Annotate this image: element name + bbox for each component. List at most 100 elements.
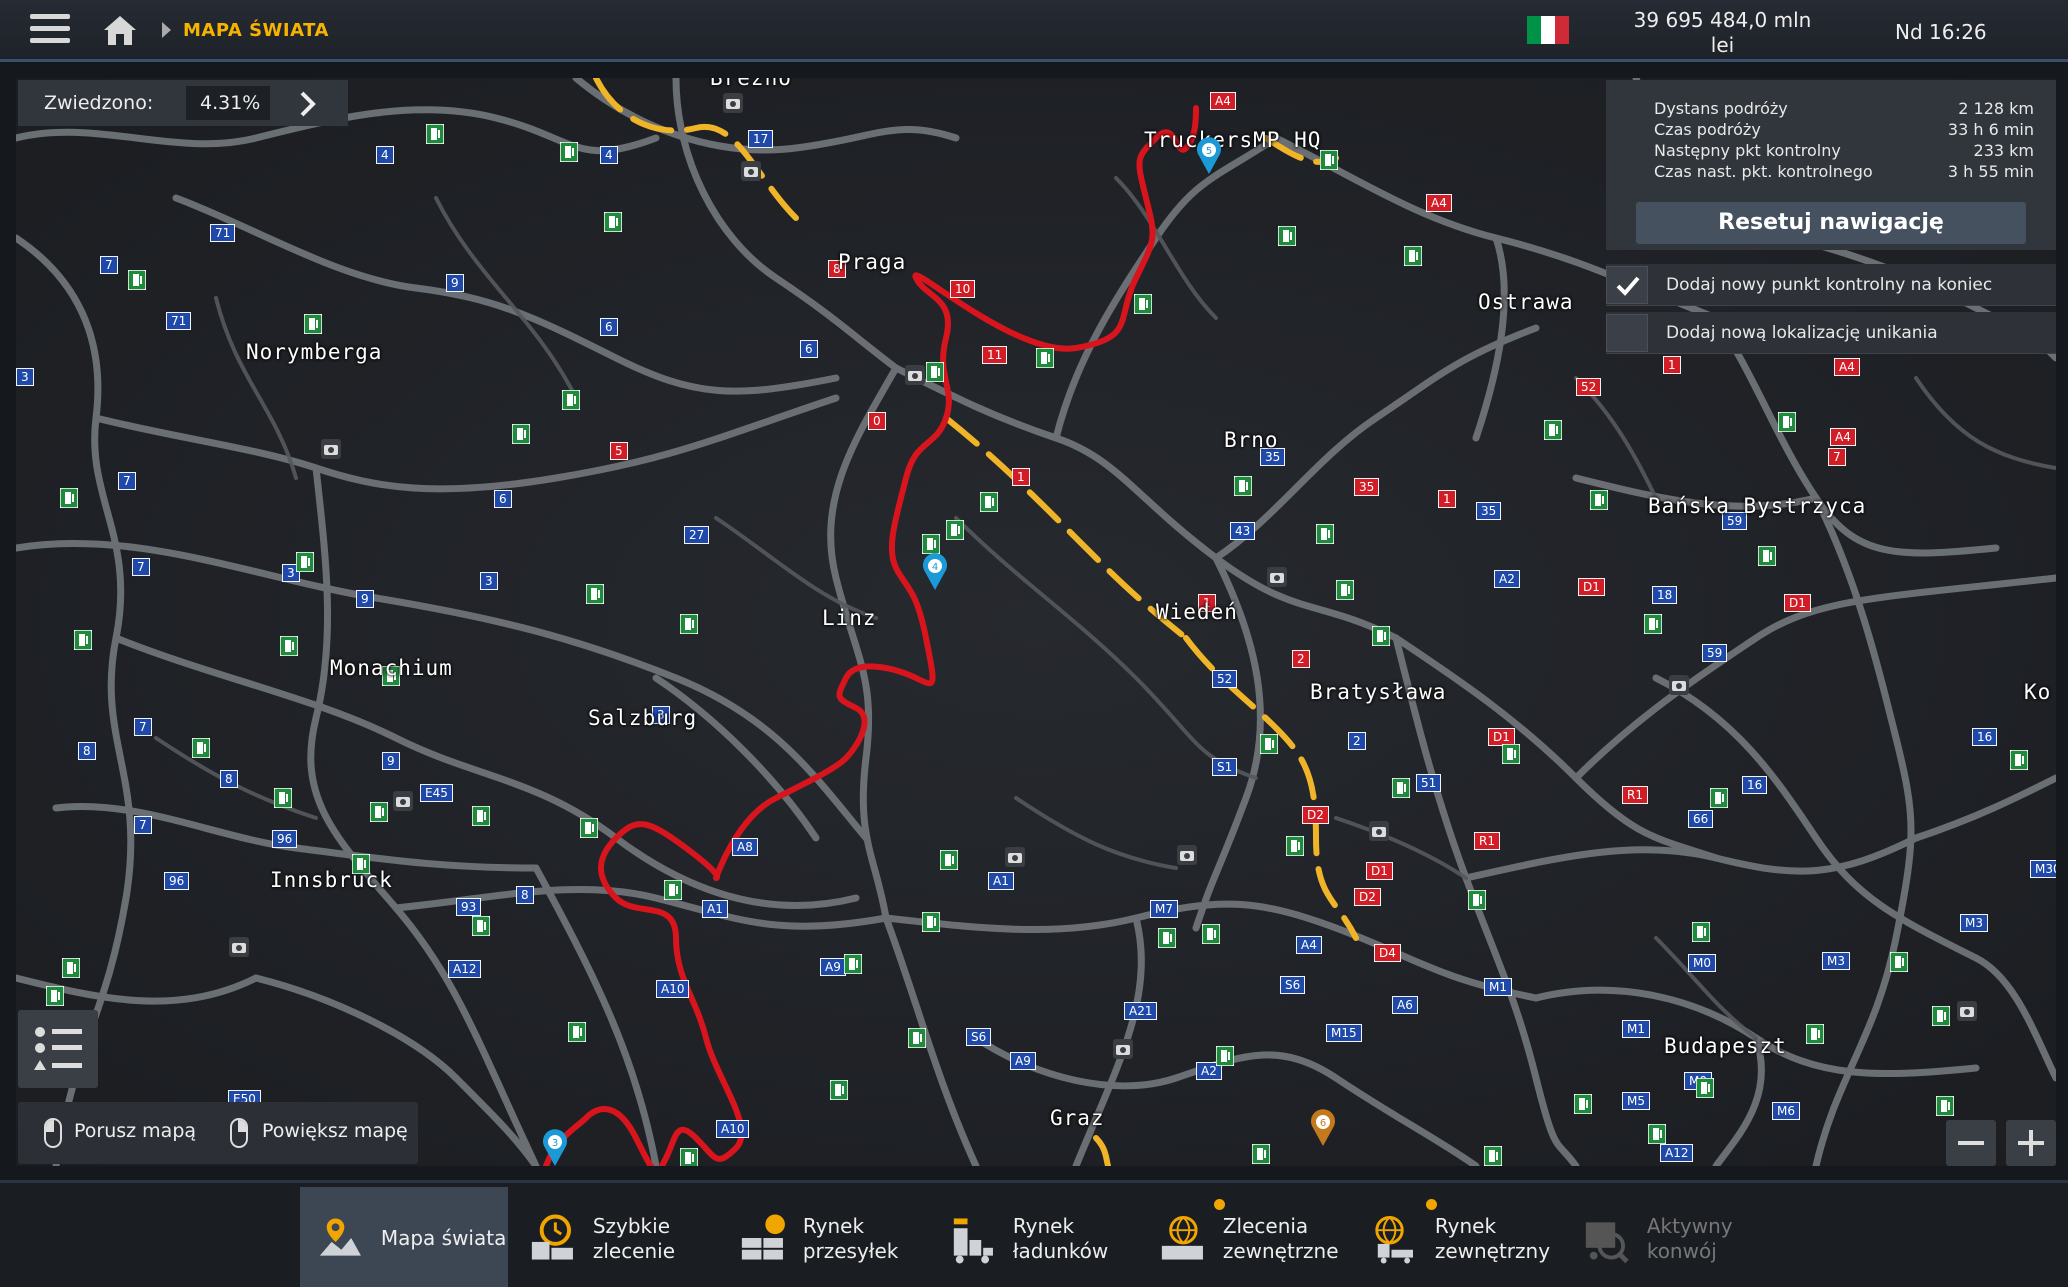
- fuel-station-icon[interactable]: [1234, 476, 1252, 496]
- fuel-station-icon[interactable]: [1544, 420, 1562, 440]
- zoom-in-button[interactable]: [2006, 1120, 2056, 1166]
- city-ko[interactable]: Ko: [2024, 680, 2051, 704]
- fuel-station-icon[interactable]: [1502, 744, 1520, 764]
- fuel-station-icon[interactable]: [1932, 1006, 1950, 1026]
- fuel-station-icon[interactable]: [472, 916, 490, 936]
- fuel-station-icon[interactable]: [1692, 922, 1710, 942]
- fuel-station-icon[interactable]: [1806, 1024, 1824, 1044]
- tab-external-market[interactable]: Rynek zewnętrzny: [1354, 1187, 1562, 1287]
- fuel-station-icon[interactable]: [1158, 928, 1176, 948]
- fuel-station-icon[interactable]: [1252, 1144, 1270, 1164]
- city-ostrawa[interactable]: Ostrawa: [1478, 290, 1574, 314]
- fuel-station-icon[interactable]: [1890, 952, 1908, 972]
- fuel-station-icon[interactable]: [1216, 1046, 1234, 1066]
- tab-freight-market[interactable]: Rynek ładunków: [932, 1187, 1140, 1287]
- photo-spot-icon[interactable]: [320, 438, 342, 460]
- fuel-station-icon[interactable]: [62, 958, 80, 978]
- fuel-station-icon[interactable]: [1574, 1094, 1592, 1114]
- city-linz[interactable]: Linz: [822, 606, 877, 630]
- city-graz[interactable]: Graz: [1050, 1106, 1105, 1130]
- city-bratyslawa[interactable]: Bratysława: [1310, 680, 1446, 704]
- fuel-station-icon[interactable]: [1648, 1124, 1666, 1144]
- fuel-station-icon[interactable]: [926, 362, 944, 382]
- fuel-station-icon[interactable]: [1336, 580, 1354, 600]
- photo-spot-icon[interactable]: [1368, 820, 1390, 842]
- reset-navigation-button[interactable]: Resetuj nawigację: [1636, 202, 2026, 244]
- fuel-station-icon[interactable]: [2010, 750, 2028, 770]
- fuel-station-icon[interactable]: [1202, 924, 1220, 944]
- fuel-station-icon[interactable]: [560, 142, 578, 162]
- fuel-station-icon[interactable]: [680, 614, 698, 634]
- photo-spot-icon[interactable]: [1176, 844, 1198, 866]
- city-truckersmp-hq[interactable]: TruckersMP HQ: [1144, 128, 1321, 152]
- tab-active-convoy[interactable]: Aktywny konwój: [1566, 1187, 1774, 1287]
- fuel-station-icon[interactable]: [604, 212, 622, 232]
- fuel-station-icon[interactable]: [830, 1080, 848, 1100]
- fuel-station-icon[interactable]: [1320, 150, 1338, 170]
- waypoint-5-icon[interactable]: 5: [1194, 136, 1224, 176]
- fuel-station-icon[interactable]: [1392, 778, 1410, 798]
- option-add-avoid[interactable]: Dodaj nową lokalizację unikania: [1606, 312, 2056, 354]
- fuel-station-icon[interactable]: [562, 390, 580, 410]
- photo-spot-icon[interactable]: [722, 92, 744, 114]
- photo-spot-icon[interactable]: [740, 160, 762, 182]
- city-wieden[interactable]: Wiedeń: [1156, 600, 1238, 624]
- fuel-station-icon[interactable]: [680, 1148, 698, 1166]
- city-praga[interactable]: Praga: [838, 250, 906, 274]
- fuel-station-icon[interactable]: [1484, 1146, 1502, 1166]
- chevron-right-icon[interactable]: [298, 90, 318, 118]
- fuel-station-icon[interactable]: [946, 520, 964, 540]
- fuel-station-icon[interactable]: [1778, 412, 1796, 432]
- fuel-station-icon[interactable]: [280, 636, 298, 656]
- fuel-station-icon[interactable]: [1758, 546, 1776, 566]
- fuel-station-icon[interactable]: [512, 424, 530, 444]
- city-brno[interactable]: Brno: [1224, 428, 1279, 452]
- fuel-station-icon[interactable]: [922, 534, 940, 554]
- fuel-station-icon[interactable]: [1696, 1078, 1714, 1098]
- photo-spot-icon[interactable]: [1956, 1000, 1978, 1022]
- fuel-station-icon[interactable]: [1590, 490, 1608, 510]
- fuel-station-icon[interactable]: [1936, 1096, 1954, 1116]
- city-norymberga[interactable]: Norymberga: [246, 340, 382, 364]
- fuel-station-icon[interactable]: [426, 124, 444, 144]
- fuel-station-icon[interactable]: [664, 880, 682, 900]
- option-add-checkpoint-checkbox[interactable]: [1606, 266, 1648, 304]
- city-monachium[interactable]: Monachium: [330, 656, 453, 680]
- fuel-station-icon[interactable]: [1644, 614, 1662, 634]
- fuel-station-icon[interactable]: [128, 270, 146, 290]
- tab-quick-job[interactable]: Szybkie zlecenie: [512, 1187, 720, 1287]
- zoom-out-button[interactable]: [1946, 1120, 1996, 1166]
- city-budapeszt[interactable]: Budapeszt: [1664, 1034, 1787, 1058]
- fuel-station-icon[interactable]: [60, 488, 78, 508]
- fuel-station-icon[interactable]: [46, 986, 64, 1006]
- fuel-station-icon[interactable]: [370, 802, 388, 822]
- fuel-station-icon[interactable]: [1134, 294, 1152, 314]
- fuel-station-icon[interactable]: [940, 850, 958, 870]
- fuel-station-icon[interactable]: [1316, 524, 1334, 544]
- map-legend-button[interactable]: [18, 1010, 98, 1088]
- fuel-station-icon[interactable]: [1278, 226, 1296, 246]
- tab-cargo-market[interactable]: Rynek przesyłek: [722, 1187, 930, 1287]
- waypoint-6-icon[interactable]: 6: [1308, 1108, 1338, 1148]
- photo-spot-icon[interactable]: [228, 936, 250, 958]
- fuel-station-icon[interactable]: [1404, 246, 1422, 266]
- home-icon[interactable]: [100, 12, 140, 48]
- photo-spot-icon[interactable]: [1266, 566, 1288, 588]
- photo-spot-icon[interactable]: [1004, 846, 1026, 868]
- fuel-station-icon[interactable]: [908, 1028, 926, 1048]
- photo-spot-icon[interactable]: [1112, 1038, 1134, 1060]
- fuel-station-icon[interactable]: [274, 788, 292, 808]
- fuel-station-icon[interactable]: [922, 912, 940, 932]
- fuel-station-icon[interactable]: [296, 552, 314, 572]
- fuel-station-icon[interactable]: [472, 806, 490, 826]
- photo-spot-icon[interactable]: [904, 364, 926, 386]
- fuel-station-icon[interactable]: [980, 492, 998, 512]
- fuel-station-icon[interactable]: [1372, 626, 1390, 646]
- fuel-station-icon[interactable]: [304, 314, 322, 334]
- fuel-station-icon[interactable]: [1286, 836, 1304, 856]
- photo-spot-icon[interactable]: [392, 790, 414, 812]
- fuel-station-icon[interactable]: [1260, 734, 1278, 754]
- fuel-station-icon[interactable]: [844, 954, 862, 974]
- fuel-station-icon[interactable]: [74, 630, 92, 650]
- fuel-station-icon[interactable]: [568, 1022, 586, 1042]
